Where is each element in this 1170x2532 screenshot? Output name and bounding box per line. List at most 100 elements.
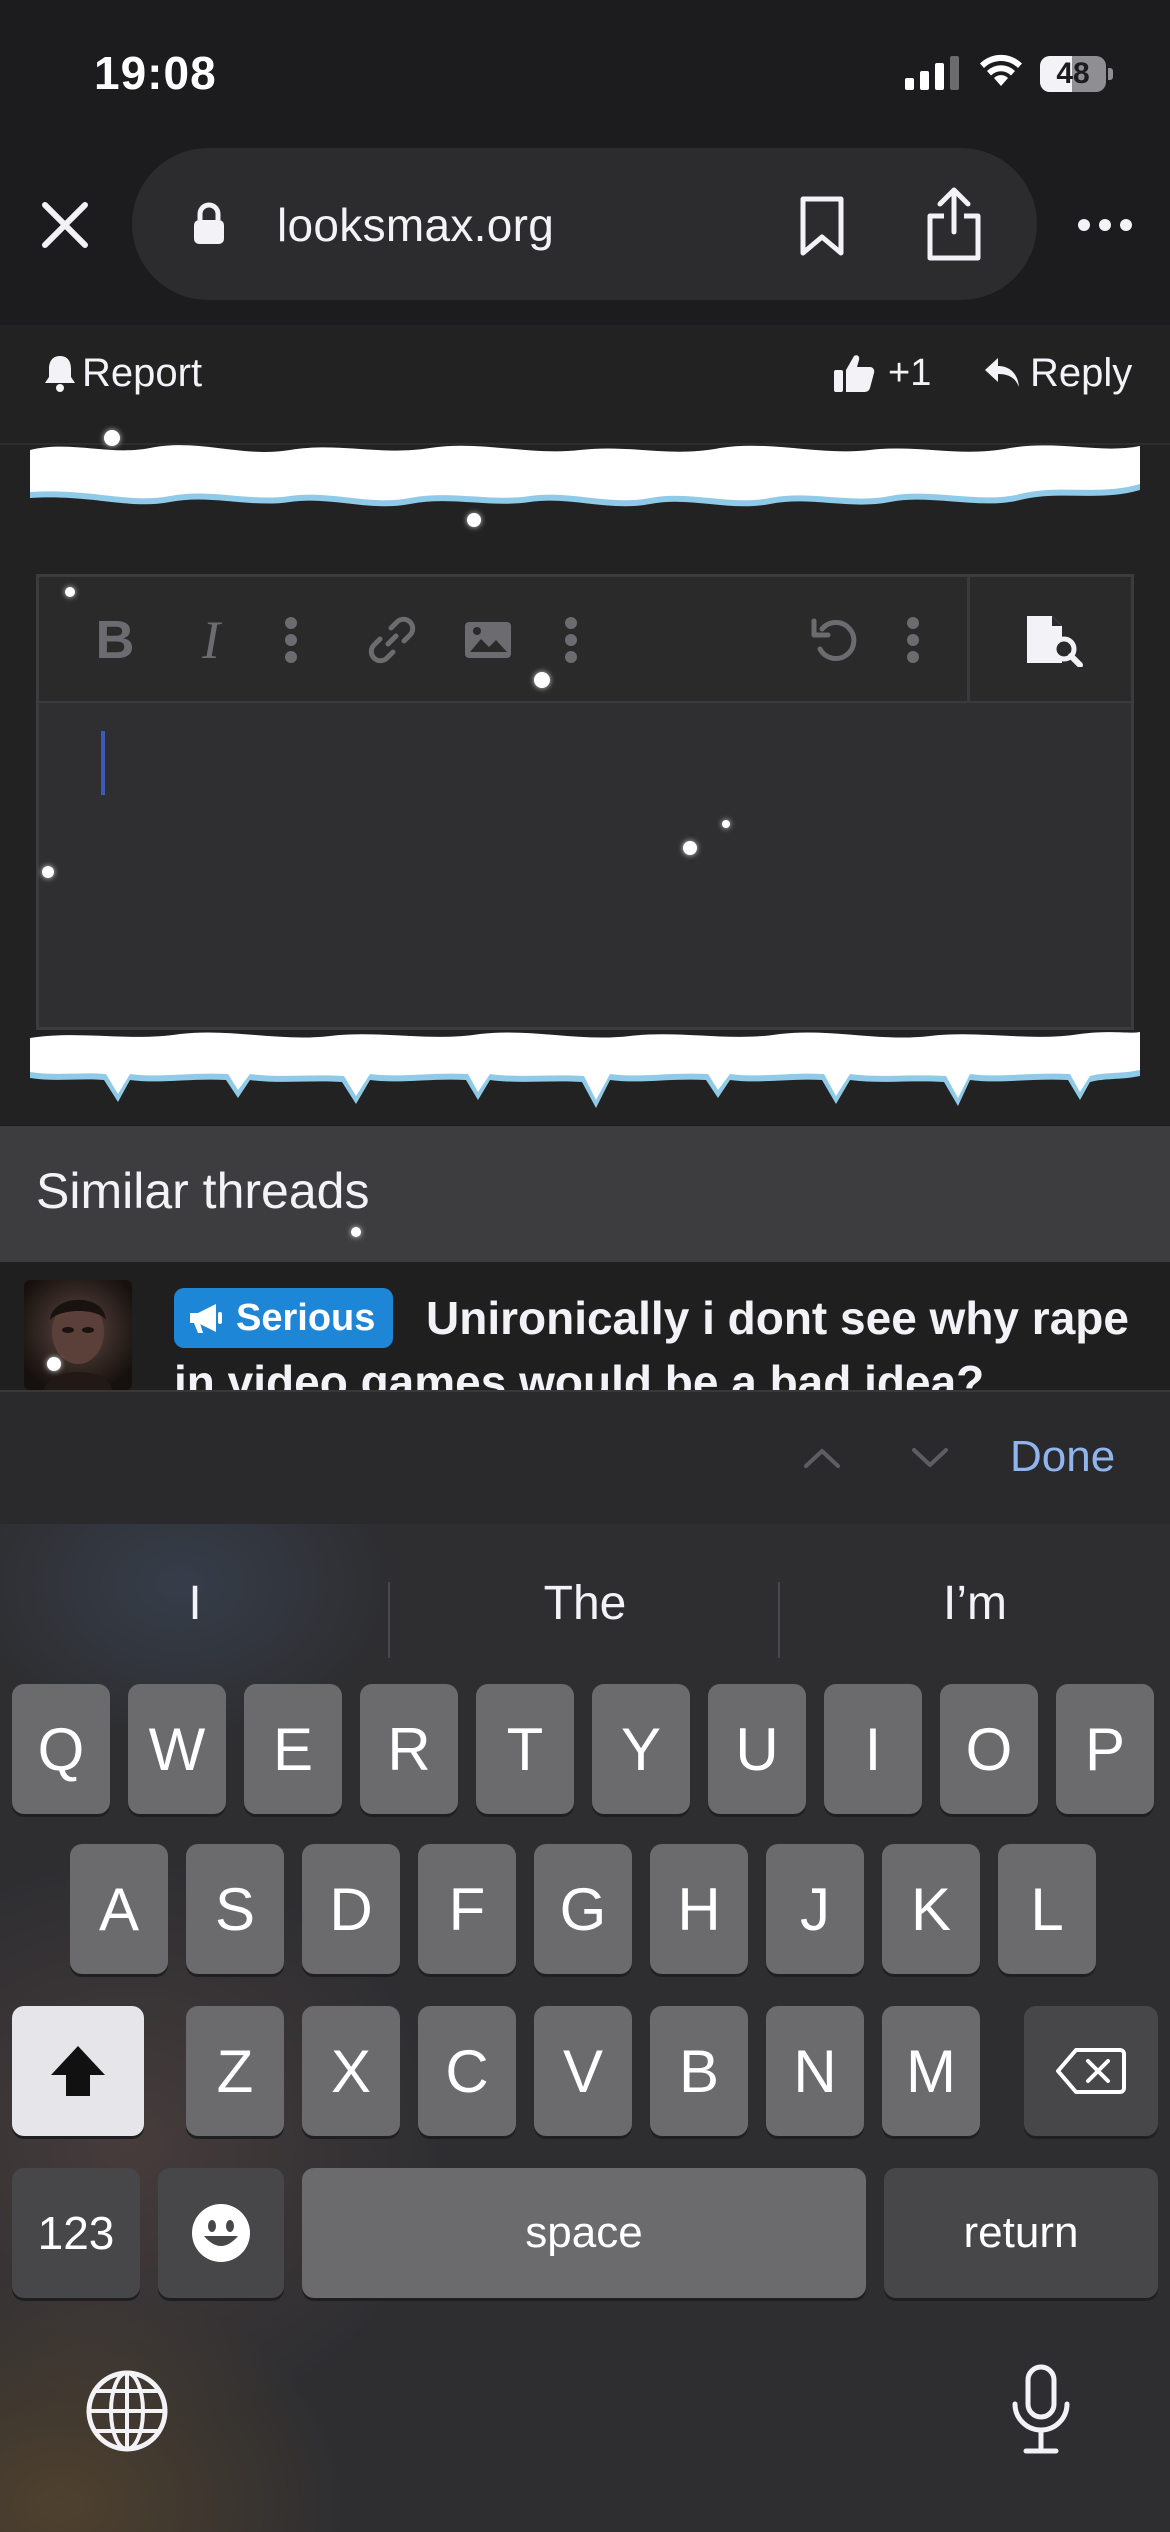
more-vertical-icon: [285, 617, 297, 663]
address-bar[interactable]: looksmax.org: [132, 148, 1037, 300]
globe-button[interactable]: [84, 2368, 170, 2454]
previous-field-button[interactable]: [792, 1430, 852, 1486]
next-field-button[interactable]: [900, 1430, 960, 1486]
close-button[interactable]: [30, 190, 100, 260]
key-d[interactable]: D: [302, 1844, 400, 1974]
key-g[interactable]: G: [534, 1844, 632, 1974]
key-o[interactable]: O: [940, 1684, 1038, 1814]
key-x[interactable]: X: [302, 2006, 400, 2136]
key-q[interactable]: Q: [12, 1684, 110, 1814]
key-u[interactable]: U: [708, 1684, 806, 1814]
italic-icon: I: [202, 610, 220, 670]
prediction-2[interactable]: The: [390, 1544, 780, 1664]
key-p[interactable]: P: [1056, 1684, 1154, 1814]
backspace-icon: [1056, 2048, 1126, 2094]
bell-icon: [45, 356, 75, 392]
prediction-3[interactable]: I’m: [780, 1544, 1170, 1664]
key-w[interactable]: W: [128, 1684, 226, 1814]
thread-list-item[interactable]: Unironically i dont see why rape in vide…: [0, 1262, 1170, 1390]
key-f[interactable]: F: [418, 1844, 516, 1974]
battery-level: 48: [1056, 57, 1090, 90]
insert-image-button[interactable]: [453, 607, 523, 673]
insert-link-button[interactable]: [357, 607, 427, 673]
link-icon: [368, 616, 416, 664]
return-key[interactable]: return: [884, 2168, 1158, 2298]
report-label: Report: [82, 350, 203, 395]
message-editor[interactable]: B I: [36, 574, 1134, 1030]
italic-button[interactable]: I: [181, 607, 241, 673]
preview-icon: [1027, 616, 1083, 667]
cellular-signal-icon: [905, 54, 959, 90]
key-r[interactable]: R: [360, 1684, 458, 1814]
key-a[interactable]: A: [70, 1844, 168, 1974]
key-j[interactable]: J: [766, 1844, 864, 1974]
prediction-1[interactable]: I: [0, 1544, 390, 1664]
reply-button[interactable]: Reply: [982, 345, 1132, 401]
avatar[interactable]: [24, 1280, 132, 1390]
key-n[interactable]: N: [766, 2006, 864, 2136]
bookmark-icon: [800, 196, 844, 256]
share-icon: [927, 187, 981, 261]
dictation-button[interactable]: [1006, 2362, 1076, 2458]
more-editor-options-button[interactable]: [893, 607, 933, 673]
preview-button[interactable]: [1014, 607, 1094, 673]
key-l[interactable]: L: [998, 1844, 1096, 1974]
like-count: +1: [888, 351, 932, 394]
key-i[interactable]: I: [824, 1684, 922, 1814]
shift-key[interactable]: [12, 2006, 144, 2136]
snowflake: [683, 841, 697, 855]
emoji-key[interactable]: [158, 2168, 284, 2298]
text-caret: [101, 731, 105, 795]
more-options-button[interactable]: [1070, 200, 1140, 250]
snowflake: [104, 430, 120, 446]
snowflake: [47, 1357, 61, 1371]
thread-prefix-badge: Serious: [174, 1288, 394, 1348]
image-icon: [465, 622, 511, 658]
editor-toolbar: B I: [39, 577, 1131, 703]
share-button[interactable]: [917, 184, 991, 264]
more-text-options-button[interactable]: [271, 607, 311, 673]
close-icon: [42, 202, 88, 248]
key-b[interactable]: B: [650, 2006, 748, 2136]
predictive-text-bar: I The I’m: [0, 1544, 1170, 1664]
key-y[interactable]: Y: [592, 1684, 690, 1814]
delete-key[interactable]: [1024, 2006, 1158, 2136]
megaphone-icon: [190, 1304, 222, 1333]
bookmark-button[interactable]: [792, 193, 852, 259]
key-s[interactable]: S: [186, 1844, 284, 1974]
key-e[interactable]: E: [244, 1684, 342, 1814]
like-button[interactable]: +1: [832, 345, 931, 401]
bold-button[interactable]: B: [85, 607, 145, 673]
battery-icon: 48: [1040, 56, 1113, 92]
key-m[interactable]: M: [882, 2006, 980, 2136]
shift-icon: [51, 2046, 105, 2096]
snow-border-bottom: [30, 1032, 1140, 1108]
url-text: looksmax.org: [277, 199, 555, 251]
chevron-down-icon: [912, 1448, 948, 1467]
undo-button[interactable]: [799, 607, 869, 673]
snowflake: [351, 1227, 361, 1237]
bold-icon: B: [95, 610, 135, 670]
snowflake: [722, 820, 730, 828]
snowflake: [467, 513, 481, 527]
space-key[interactable]: space: [302, 2168, 866, 2298]
avatar-image: [44, 1299, 112, 1390]
key-k[interactable]: K: [882, 1844, 980, 1974]
more-insert-options-button[interactable]: [551, 607, 591, 673]
key-h[interactable]: H: [650, 1844, 748, 1974]
key-t[interactable]: T: [476, 1684, 574, 1814]
thread-badge-label: Serious: [236, 1296, 376, 1339]
numbers-key[interactable]: 123: [12, 2168, 140, 2298]
status-bar: 19:08 48: [0, 0, 1170, 140]
snowflake: [42, 866, 54, 878]
report-button[interactable]: Report: [42, 345, 202, 401]
keyboard: I The I’m Q W E R T Y U I O P A S D F G H J K L Z X C V B N M 123 s…: [0, 1524, 1170, 2532]
key-v[interactable]: V: [534, 2006, 632, 2136]
globe-icon: [86, 2370, 168, 2452]
done-button[interactable]: Done: [1010, 1432, 1115, 1482]
snow-border-top: [30, 445, 1140, 507]
key-c[interactable]: C: [418, 2006, 516, 2136]
status-time: 19:08: [94, 47, 217, 99]
snowflake: [65, 587, 75, 597]
key-z[interactable]: Z: [186, 2006, 284, 2136]
